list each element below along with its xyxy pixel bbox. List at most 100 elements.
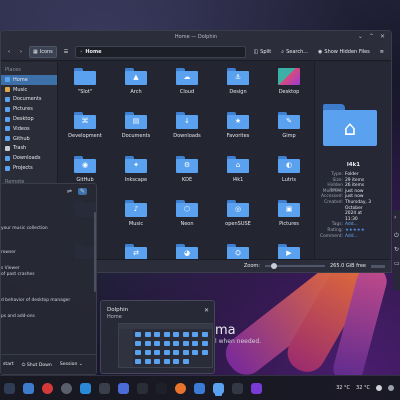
sidebar-item-videos[interactable]: Videos	[1, 124, 57, 134]
folder-icon: ⚓	[227, 68, 249, 85]
power-icon[interactable]: ⏻	[394, 232, 399, 240]
firefox-icon[interactable]	[175, 382, 186, 394]
sidebar-item-desktop[interactable]: Desktop	[1, 114, 57, 124]
split-button[interactable]: ◫ Split	[250, 46, 274, 58]
launcher-scrollbar[interactable]	[94, 212, 96, 292]
thumbnail-folder	[154, 332, 160, 337]
thumbnail-folder	[163, 359, 170, 364]
split-label: Split	[260, 48, 272, 55]
zoom-slider[interactable]	[264, 263, 325, 269]
konsole-icon[interactable]	[232, 382, 243, 394]
file-item[interactable]: ⇄Public	[110, 240, 162, 259]
file-item[interactable]: ★ Favorites	[212, 108, 264, 154]
discover-icon[interactable]	[118, 382, 129, 394]
launcher-item[interactable]: d behavior of desktop manager	[1, 298, 70, 303]
file-item[interactable]: ◎ openSUSE	[212, 196, 264, 242]
zoom-slider-handle[interactable]	[270, 263, 277, 269]
file-item[interactable]: ⚓ Design	[212, 64, 264, 110]
settings-sliders-icon[interactable]: ⇌	[67, 188, 72, 195]
view-mode-icon[interactable]: ☰	[61, 46, 71, 58]
app-launcher-icon[interactable]	[4, 382, 15, 394]
folder-icon: ★	[227, 112, 249, 129]
file-item[interactable]: ✎ Gimp	[263, 108, 313, 154]
preview-thumbnail[interactable]	[118, 323, 213, 368]
file-item[interactable]: ▣ Pictures	[263, 196, 313, 242]
location-bar[interactable]: › Home	[75, 45, 247, 58]
file-item[interactable]: ☁ Cloud	[161, 64, 213, 110]
search-button[interactable]: ⌕ Search...	[278, 46, 311, 58]
info-value[interactable]: ★★★★★	[345, 228, 391, 233]
info-key: Rating:	[327, 228, 343, 233]
file-item[interactable]: ⛭Steam	[212, 240, 264, 259]
info-row: 2024 at	[315, 211, 391, 216]
icons-view-button[interactable]: ▦ Icons	[29, 45, 57, 58]
sidebar-item-github[interactable]: Github	[1, 134, 57, 144]
search-icon: ⌕	[281, 48, 285, 55]
info-key	[315, 206, 345, 211]
info-value[interactable]: Add...	[345, 234, 391, 239]
file-item[interactable]: "Slot"	[59, 64, 111, 110]
screen-icon[interactable]: ▭	[394, 260, 400, 267]
file-item[interactable]: ◐ Lutris	[263, 152, 313, 198]
forward-arrow-icon[interactable]: ›	[17, 46, 25, 58]
shutdown-button[interactable]: ⏻ Shut Down	[22, 362, 52, 368]
search-label: Search...	[286, 48, 309, 55]
launcher-item[interactable]: your music collection	[1, 226, 48, 231]
file-item[interactable]: ♪ Music	[110, 196, 162, 242]
opera-icon[interactable]	[42, 382, 53, 394]
file-item[interactable]: ▶Videos	[263, 240, 313, 259]
file-item[interactable]: ↓ Downloads	[161, 108, 213, 154]
chevron-down-icon[interactable]: ⌄	[358, 33, 363, 40]
tray-icon[interactable]	[388, 385, 394, 391]
sidebar-item-trash[interactable]: Trash	[1, 144, 57, 154]
terminal-icon[interactable]	[99, 382, 110, 394]
thumbnail-folder	[135, 332, 141, 337]
sidebar-item-downloads[interactable]: Downloads	[1, 153, 57, 163]
file-item[interactable]: ▤ Documents	[110, 108, 162, 154]
close-icon[interactable]: ✕	[204, 307, 209, 314]
file-item[interactable]: ⌘ Development	[59, 108, 111, 154]
file-item[interactable]: ⌂ l4k1	[212, 152, 264, 198]
chess-icon[interactable]	[156, 382, 167, 394]
file-name: l4k1	[232, 177, 244, 183]
dolphin-icon[interactable]	[23, 382, 34, 394]
taskbar: 32 °C 32 °C	[0, 375, 400, 400]
pin-icon[interactable]: ✎	[78, 188, 88, 195]
file-item[interactable]: ⬡ Neon	[161, 196, 213, 242]
trash-icon	[5, 145, 10, 151]
sidebar-item-music[interactable]: Music	[1, 85, 57, 95]
vscode-icon[interactable]	[80, 382, 91, 394]
session-button[interactable]: Session ⌄	[60, 362, 83, 367]
email-icon[interactable]	[194, 382, 205, 394]
chevron-up-icon[interactable]: ⌃	[369, 33, 374, 40]
dolphin-icon[interactable]	[213, 382, 224, 394]
file-item[interactable]: ◕Reddit	[161, 240, 213, 259]
sidebar-item-documents[interactable]: Documents	[1, 95, 57, 105]
launcher-item[interactable]: rowser	[1, 250, 16, 255]
sidebar-item-pictures[interactable]: Pictures	[1, 104, 57, 114]
launcher-item[interactable]: s Viewer	[1, 266, 20, 271]
tray-icon[interactable]	[376, 385, 382, 391]
hamburger-menu-icon[interactable]: ≡	[377, 46, 387, 58]
chevron-right-icon[interactable]: ›	[394, 214, 396, 221]
launcher-item[interactable]: ps and add-ons	[1, 314, 35, 319]
info-value[interactable]: Add...	[345, 222, 391, 227]
refresh-icon[interactable]: ↻	[394, 246, 399, 253]
file-item[interactable]: ⚙ KDE	[161, 152, 213, 198]
settings-icon[interactable]	[61, 382, 72, 394]
info-key: Tags:	[331, 222, 343, 228]
start-button[interactable]: start	[3, 362, 14, 367]
sidebar-item-projects[interactable]: Projects	[1, 163, 57, 173]
show-hidden-files-button[interactable]: ◉ Show Hidden Files	[315, 46, 373, 58]
file-item[interactable]: ▲ Arch	[110, 64, 162, 110]
terminal-icon[interactable]	[137, 382, 148, 394]
file-item[interactable]: ✦ Inkscape	[110, 152, 162, 198]
thumbnail-folder	[173, 341, 179, 346]
back-arrow-icon[interactable]: ‹	[5, 46, 13, 58]
launcher-item[interactable]: of past crashes	[1, 272, 34, 277]
media-player-icon[interactable]	[251, 382, 262, 394]
file-item[interactable]: Desktop	[263, 64, 313, 110]
sidebar-item-home[interactable]: Home	[1, 75, 57, 85]
close-icon[interactable]: ✕	[380, 33, 385, 40]
window-titlebar[interactable]: Home — Dolphin ⌄ ⌃ ✕	[1, 31, 391, 43]
